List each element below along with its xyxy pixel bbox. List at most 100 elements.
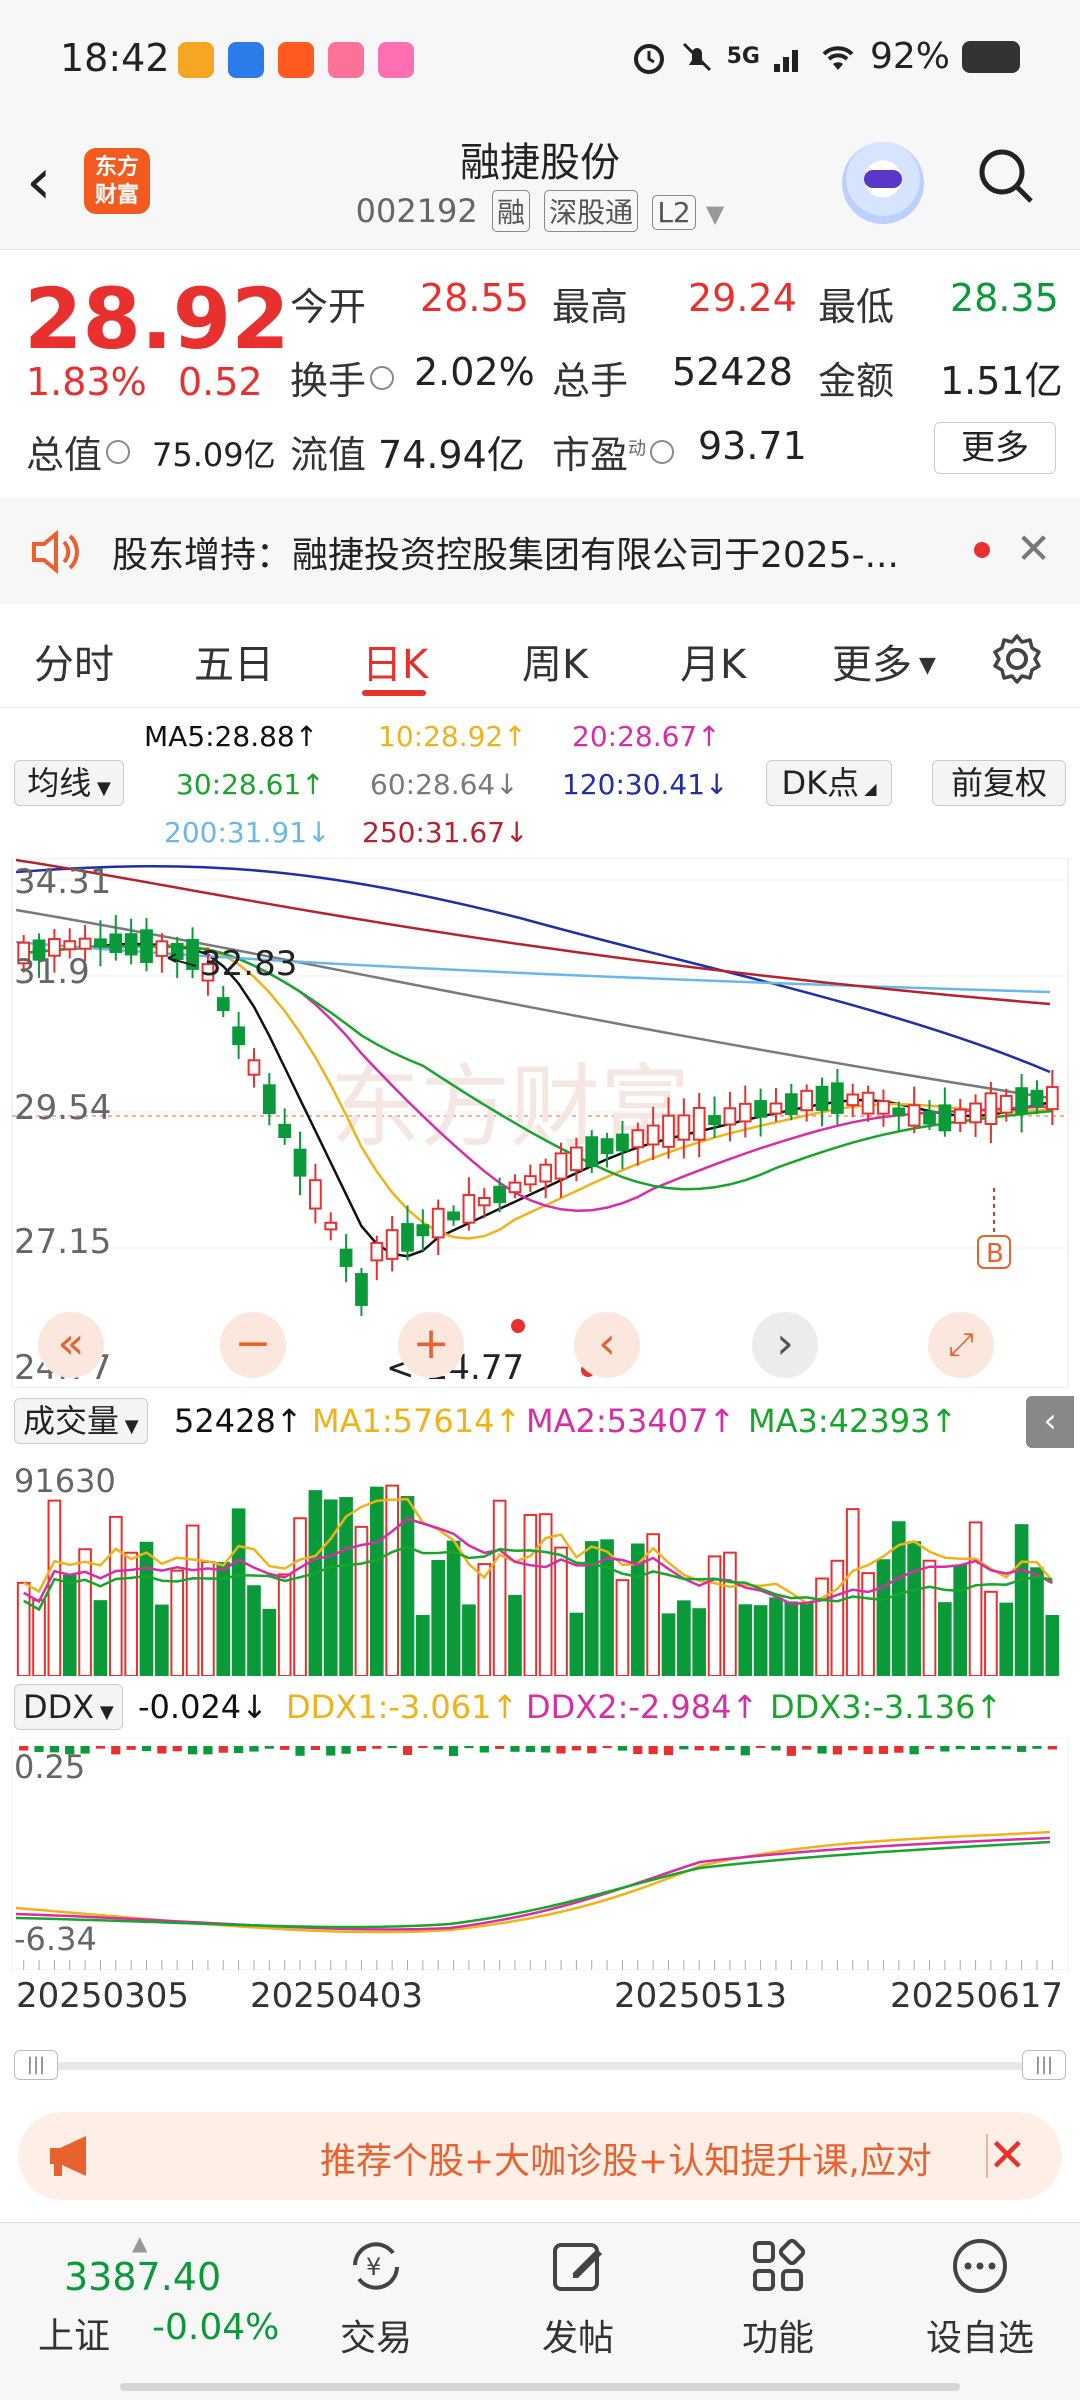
candle (646, 1124, 660, 1146)
tab-more[interactable]: 更多 ▼ (832, 632, 936, 690)
dropdown-icon[interactable]: ▼ (706, 200, 724, 228)
ma30-value: 30:28.61↑ (176, 768, 325, 801)
promo-banner[interactable]: 推荐个股+大咖诊股+认知提升课,应对 ✕ (18, 2112, 1062, 2200)
volume-bar (523, 1514, 538, 1677)
nav-add-watchlist[interactable]: 设自选 (920, 2235, 1040, 2361)
candle (892, 1107, 906, 1117)
wifi-icon (822, 45, 854, 70)
volume-bar (677, 1600, 691, 1677)
scroll-handle-right[interactable]: ||| (1022, 2050, 1066, 2080)
ddx-value: -0.024↓ (138, 1688, 268, 1726)
ma200-value: 200:31.91↓ (164, 816, 331, 849)
info-icon[interactable] (650, 440, 675, 464)
tab-weekly-k[interactable]: 周K (522, 632, 588, 690)
volume-chart: 91630 (0, 1454, 1080, 1678)
ddx-bar (602, 1746, 612, 1749)
assistant-robot-icon[interactable] (842, 142, 924, 224)
zoom-in-button[interactable]: + (398, 1312, 464, 1378)
ddx-bar (909, 1746, 919, 1755)
buy-marker[interactable]: B (986, 1239, 1004, 1269)
fast-back-button[interactable]: « (38, 1312, 104, 1378)
ddx-indicator-select[interactable]: DDX ▼ (14, 1684, 123, 1730)
stock-header: ‹ 东方 财富 融捷股份 002192 融 深股通 L2 ▼ (0, 120, 1080, 250)
zoom-out-button[interactable]: − (220, 1312, 286, 1378)
ma20-value: 20:28.67↑ (572, 720, 721, 753)
gear-icon[interactable] (990, 632, 1044, 686)
ddx-axis-top: 0.25 (14, 1748, 86, 1786)
volume-indicator-select[interactable]: 成交量 ▼ (14, 1398, 148, 1444)
volume-svg (12, 1454, 1068, 1678)
nav-functions[interactable]: 功能 (718, 2235, 838, 2361)
candle (723, 1107, 737, 1126)
tab-daily-k[interactable]: 日K (362, 632, 428, 690)
ddx-bar (249, 1746, 259, 1752)
candle (523, 1175, 537, 1186)
candle (508, 1181, 522, 1194)
system-icons: 5G 92% (631, 36, 1020, 77)
volume-bar (16, 1581, 31, 1677)
close-icon[interactable]: ✕ (988, 2128, 1027, 2182)
expand-icon[interactable]: ▲ (132, 2231, 147, 2255)
candle (861, 1091, 875, 1115)
ddx-bar (955, 1746, 965, 1750)
volume-bar (769, 1597, 783, 1678)
index-name[interactable]: 上证 (38, 2307, 110, 2359)
bilibili-icon (328, 42, 364, 78)
tab-monthly-k[interactable]: 月K (680, 632, 746, 690)
nav-trade[interactable]: ¥ 交易 (316, 2235, 436, 2361)
status-bar: 18:42 5G 92% (0, 0, 1080, 120)
scroll-right-button[interactable]: › (752, 1312, 818, 1378)
candle (600, 1138, 614, 1155)
search-icon[interactable] (976, 146, 1036, 206)
tab-five-day[interactable]: 五日 (194, 632, 274, 690)
volume-bar (1030, 1567, 1044, 1677)
pe-dynamic-mark: 动 (628, 438, 647, 460)
indicator-select[interactable]: 均线 ▼ (14, 760, 124, 806)
nav-post[interactable]: 发帖 (518, 2235, 638, 2361)
info-icon[interactable] (106, 440, 131, 464)
scroll-handle-left[interactable]: ||| (14, 2050, 58, 2080)
trade-icon: ¥ (353, 2242, 399, 2290)
candle (585, 1136, 599, 1168)
scroll-track[interactable] (14, 2062, 1066, 2070)
promo-text[interactable]: 推荐个股+大咖诊股+认知提升课,应对 (320, 2132, 980, 2184)
volume-bar (32, 1599, 46, 1677)
more-button[interactable]: 更多 (934, 422, 1056, 474)
candle (94, 938, 107, 948)
connect-tag: 深股通 (544, 190, 639, 232)
index-value[interactable]: 3387.40 (64, 2255, 221, 2299)
dk-point-button[interactable]: DK点 ◢ (766, 760, 892, 806)
low-label: 最低 (818, 285, 895, 329)
forward-adjust-button[interactable]: 前复权 (932, 760, 1066, 806)
volume-bar (845, 1508, 860, 1678)
ddx-bar (141, 1746, 152, 1752)
volume-bar (400, 1496, 415, 1677)
close-icon[interactable]: ✕ (1016, 524, 1051, 573)
fullscreen-icon[interactable]: ⤢ (928, 1312, 994, 1378)
candle (462, 1194, 476, 1224)
candle (477, 1197, 491, 1207)
info-icon[interactable] (370, 366, 395, 390)
ddx-bar (510, 1746, 520, 1752)
index-change[interactable]: -0.04% (152, 2307, 279, 2348)
volume-bar (216, 1562, 231, 1677)
candle (877, 1100, 890, 1115)
date-label: 20250513 (614, 1976, 788, 2016)
range-scrollbar[interactable]: ||| ||| (14, 2050, 1066, 2080)
notice-text[interactable]: 股东增持：融捷投资控股集团有限公司于2025-... (112, 526, 962, 578)
tab-intraday[interactable]: 分时 (34, 632, 114, 690)
volume-bar (569, 1612, 584, 1677)
ddx-bar (280, 1746, 290, 1750)
ddx-bar (817, 1746, 827, 1754)
ddx-bar (878, 1746, 889, 1754)
alarm-icon (633, 43, 664, 74)
volume-bar (155, 1604, 169, 1677)
ddx-bar (940, 1746, 950, 1752)
scroll-left-button[interactable]: ‹ (574, 1312, 640, 1378)
candlestick-chart[interactable]: 东方财富 B 34.31 31.9 29.54 27.15 24.77 32.8… (0, 858, 1080, 1388)
collapse-panel-icon[interactable]: ‹ (1026, 1396, 1074, 1448)
candle (140, 929, 153, 963)
amount-label: 金额 (818, 359, 895, 403)
notice-banner[interactable]: 股东增持：融捷投资控股集团有限公司于2025-... ✕ (0, 498, 1080, 604)
grid-icon (753, 2238, 806, 2291)
